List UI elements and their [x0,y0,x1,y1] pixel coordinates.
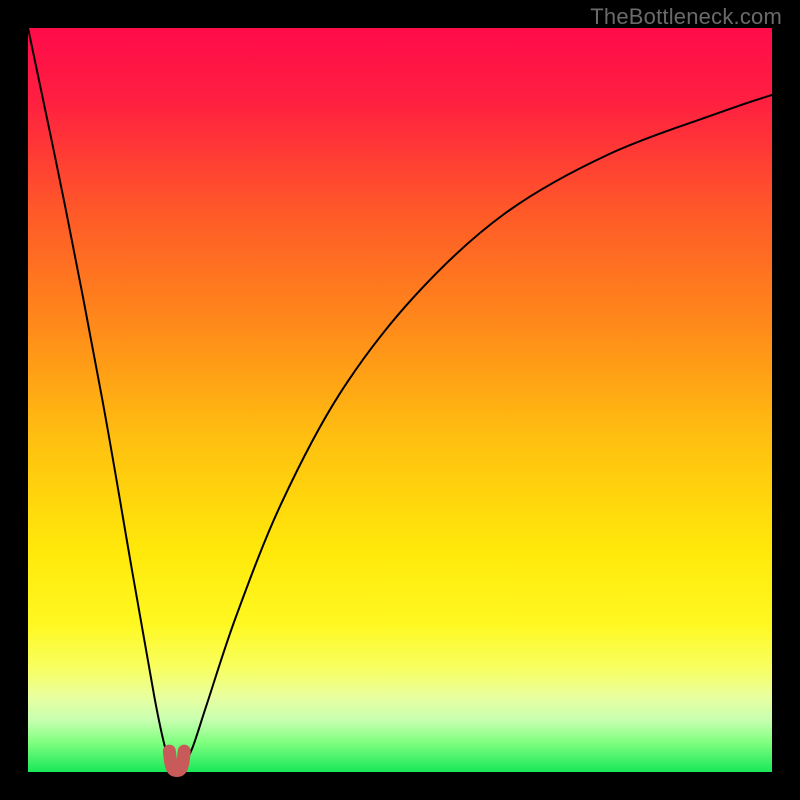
chart-frame: TheBottleneck.com [0,0,800,800]
bottleneck-chart [0,0,800,800]
watermark-text: TheBottleneck.com [590,4,782,30]
plot-background [28,28,772,772]
